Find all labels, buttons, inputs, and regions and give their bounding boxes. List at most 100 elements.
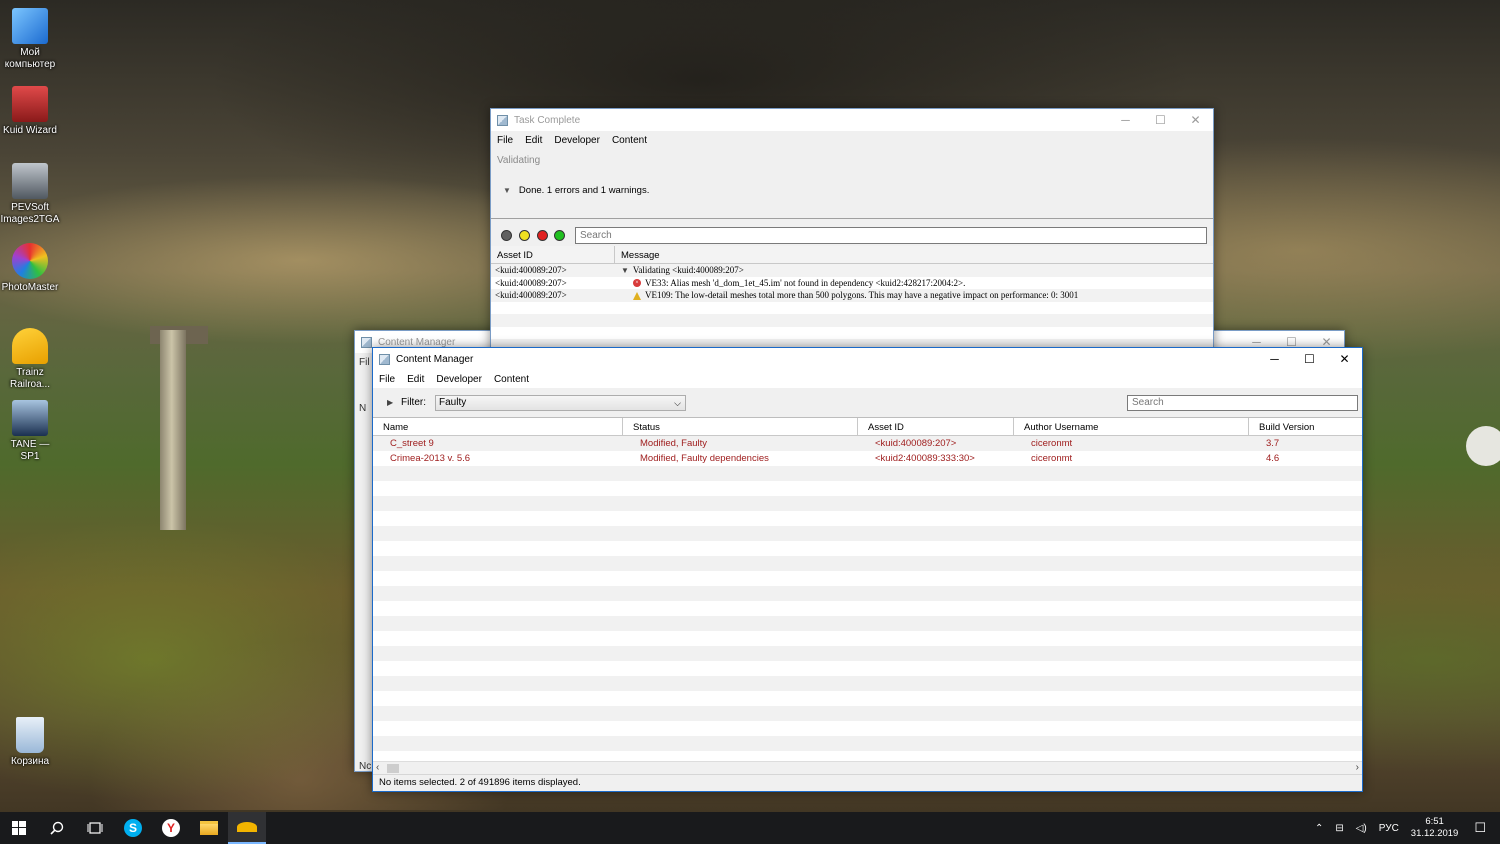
desktop-icon-tane[interactable]: TANE — SP1 — [0, 400, 60, 463]
color-wheel-icon — [12, 243, 48, 279]
table-header: Asset ID Message — [491, 246, 1213, 264]
table-row[interactable]: <kuid:400089:207> × VE33: Alias mesh 'd_d… — [491, 277, 1213, 290]
minimize-icon[interactable]: ─ — [1257, 348, 1292, 370]
column-header-name[interactable]: Name — [373, 418, 623, 435]
column-header-author[interactable]: Author Username — [1014, 418, 1249, 435]
empty-row — [373, 571, 1362, 586]
table-row[interactable]: <kuid:400089:207> ▼ Validating <kuid:4000… — [491, 264, 1213, 277]
search-button[interactable] — [38, 812, 76, 844]
search-icon — [50, 821, 64, 835]
filter-yellow-dot[interactable] — [519, 230, 530, 241]
messages-table: Asset ID Message <kuid:400089:207> ▼ Vali… — [491, 246, 1213, 355]
menu-developer[interactable]: Developer — [436, 374, 482, 385]
task-view-button[interactable] — [76, 812, 114, 844]
status-label: Validating — [497, 155, 541, 166]
expand-filter-triangle-icon[interactable]: ▶ — [387, 398, 393, 407]
window-title: Content Manager — [378, 336, 456, 348]
empty-row — [373, 511, 1362, 526]
menu-content[interactable]: Content — [612, 135, 647, 146]
content-manager-window[interactable]: Content Manager ─ ☐ ✕ File Edit Develope… — [372, 347, 1363, 792]
collapse-triangle-icon[interactable]: ▼ — [503, 186, 511, 195]
notifications-icon[interactable]: ☐ — [1474, 820, 1486, 836]
message-cell: VE109: The low-detail meshes total more … — [645, 290, 1079, 300]
close-icon[interactable]: ✕ — [1327, 348, 1362, 370]
expand-triangle-icon[interactable]: ▼ — [621, 266, 629, 275]
scrollbar-thumb[interactable] — [387, 764, 399, 773]
asset-id-cell: <kuid:400089:207> — [875, 438, 957, 449]
taskbar-yandex-browser[interactable]: Y — [152, 812, 190, 844]
column-header-message[interactable]: Message — [615, 246, 1213, 263]
desktop-icon-trainz[interactable]: Trainz Railroa... — [0, 328, 60, 391]
desktop-icon-label: PEVSoft Images2TGA — [0, 202, 60, 225]
empty-row — [373, 646, 1362, 661]
scroll-left-icon[interactable]: ‹ — [376, 762, 379, 773]
maximize-icon[interactable]: ☐ — [1292, 348, 1327, 370]
column-header-asset-id[interactable]: Asset ID — [858, 418, 1014, 435]
minimize-icon[interactable]: ─ — [1108, 109, 1143, 131]
empty-row — [373, 631, 1362, 646]
scroll-right-icon[interactable]: › — [1356, 762, 1359, 773]
desktop-icon-photomaster[interactable]: PhotoMaster — [0, 243, 60, 294]
empty-row — [373, 586, 1362, 601]
menu-file[interactable]: File — [379, 374, 395, 385]
maximize-icon[interactable]: ☐ — [1143, 109, 1178, 131]
close-icon[interactable]: ✕ — [1178, 109, 1213, 131]
system-tray: ⌃ ⊟ ◁) РУС 6:51 31.12.2019 ☐ — [1309, 812, 1500, 844]
column-header-asset-id[interactable]: Asset ID — [491, 246, 615, 263]
network-icon[interactable]: ⊟ — [1335, 823, 1343, 834]
task-complete-window[interactable]: Task Complete ─ ☐ ✕ File Edit Developer … — [490, 108, 1214, 356]
chevron-up-icon[interactable]: ⌃ — [1315, 823, 1323, 834]
asset-id-cell: <kuid:400089:207> — [495, 265, 567, 275]
desktop-icon-kuid-wizard[interactable]: Kuid Wizard — [0, 86, 60, 137]
volume-icon[interactable]: ◁) — [1356, 823, 1367, 834]
filter-select[interactable]: Faulty ⌵ — [435, 395, 686, 411]
title-bar[interactable]: Content Manager ─ ☐ ✕ — [373, 348, 1362, 370]
table-row[interactable]: Crimea-2013 v. 5.6 Modified, Faulty depe… — [373, 451, 1362, 466]
summary-text: Done. 1 errors and 1 warnings. — [518, 185, 650, 196]
app-icon — [361, 336, 372, 348]
column-header-build-version[interactable]: Build Version — [1249, 418, 1362, 435]
menu-file[interactable]: File — [497, 135, 513, 146]
menu-bar: File Edit Developer Content — [491, 131, 1213, 149]
table-row[interactable]: C_street 9 Modified, Faulty <kuid:400089… — [373, 436, 1362, 451]
empty-row — [373, 721, 1362, 736]
title-bar[interactable]: Task Complete ─ ☐ ✕ — [491, 109, 1213, 131]
empty-row — [373, 736, 1362, 751]
table-row[interactable]: <kuid:400089:207> VE109: The low-detail … — [491, 289, 1213, 302]
empty-row — [373, 526, 1362, 541]
task-summary[interactable]: ▼ Done. 1 errors and 1 warnings. — [503, 185, 649, 196]
search-input[interactable]: Search — [1127, 395, 1358, 411]
chevron-down-icon: ⌵ — [674, 398, 681, 408]
empty-row — [373, 676, 1362, 691]
menu-content[interactable]: Content — [494, 374, 529, 385]
clock[interactable]: 6:51 31.12.2019 — [1411, 816, 1459, 840]
empty-row — [373, 661, 1362, 676]
desktop-icon-pevsoft[interactable]: PEVSoft Images2TGA — [0, 163, 60, 226]
yandex-icon: Y — [162, 819, 180, 837]
menu-developer[interactable]: Developer — [554, 135, 600, 146]
language-indicator[interactable]: РУС — [1379, 823, 1399, 834]
asset-id-cell: <kuid2:400089:333:30> — [875, 453, 975, 464]
desktop-icon-recycle-bin[interactable]: Корзина — [0, 717, 60, 768]
desktop-icon-my-computer[interactable]: Мой компьютер — [0, 8, 60, 71]
desktop-icon-label: Kuid Wizard — [3, 125, 57, 136]
filter-label: Filter: — [401, 397, 426, 408]
menu-edit[interactable]: Edit — [407, 374, 424, 385]
table-header: Name Status Asset ID Author Username Bui… — [373, 418, 1362, 436]
status-partial: Nc — [359, 761, 372, 772]
search-input[interactable]: Search — [575, 227, 1207, 244]
menu-edit[interactable]: Edit — [525, 135, 542, 146]
column-header-status[interactable]: Status — [623, 418, 858, 435]
filter-red-dot[interactable] — [537, 230, 548, 241]
wallpaper-post — [160, 330, 186, 530]
build-cell: 3.7 — [1266, 438, 1280, 449]
folder-icon — [200, 821, 218, 835]
asset-id-cell: <kuid:400089:207> — [495, 290, 567, 300]
start-button[interactable] — [0, 812, 38, 844]
filter-gray-dot[interactable] — [501, 230, 512, 241]
filter-green-dot[interactable] — [554, 230, 565, 241]
horizontal-scrollbar[interactable]: ‹ › — [373, 761, 1362, 775]
taskbar-trainz[interactable] — [228, 812, 266, 844]
taskbar-skype[interactable]: S — [114, 812, 152, 844]
taskbar-file-explorer[interactable] — [190, 812, 228, 844]
